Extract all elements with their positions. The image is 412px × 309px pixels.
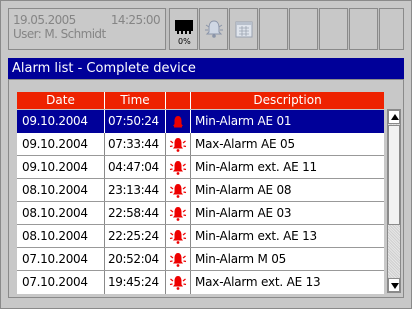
vertical-scrollbar[interactable] xyxy=(387,109,401,293)
row-description: Max-Alarm ext. AE 13 xyxy=(195,275,321,289)
calendar-button[interactable] xyxy=(229,8,258,50)
toolbar-button-8[interactable] xyxy=(379,8,404,50)
table-row[interactable]: 07.10.2004 20:52:04 Min-Alarm M 05 xyxy=(17,248,384,271)
row-date: 08.10.2004 xyxy=(22,183,88,197)
row-date: 07.10.2004 xyxy=(22,252,88,266)
row-description: Min-Alarm AE 03 xyxy=(195,206,292,220)
row-time: 19:45:24 xyxy=(108,275,159,289)
row-description: Min-Alarm ext. AE 11 xyxy=(195,160,317,174)
toolbar-button-6[interactable] xyxy=(319,8,348,50)
table-row[interactable]: 08.10.2004 23:13:44 Min-Alarm AE 08 xyxy=(17,179,384,202)
table-row[interactable]: 07.10.2004 19:45:24 Max-Alarm ext. AE 13 xyxy=(17,271,384,294)
arrow-up-icon xyxy=(391,114,399,120)
row-date: 09.10.2004 xyxy=(22,137,88,151)
row-time: 07:33:44 xyxy=(108,137,159,151)
status-user: User: M. Schmidt xyxy=(13,27,106,41)
toolbar-button-4[interactable] xyxy=(259,8,288,50)
alarm-bell-icon xyxy=(169,161,187,175)
row-description: Min-Alarm AE 01 xyxy=(195,114,292,128)
alarm-bell-icon xyxy=(169,230,187,244)
row-date: 07.10.2004 xyxy=(22,275,88,289)
row-description: Min-Alarm ext. AE 13 xyxy=(195,229,317,243)
row-description: Min-Alarm M 05 xyxy=(195,252,287,266)
scroll-up-button[interactable] xyxy=(388,110,400,124)
scrollbar-thumb[interactable] xyxy=(388,125,400,225)
alarm-bell-icon xyxy=(169,138,187,152)
row-time: 22:25:24 xyxy=(108,229,159,243)
table-row[interactable]: 08.10.2004 22:58:44 Min-Alarm AE 03 xyxy=(17,202,384,225)
header-description[interactable]: Description xyxy=(191,92,384,109)
arrow-down-icon xyxy=(391,283,399,289)
status-time: 14:25:00 xyxy=(110,13,161,27)
table-row[interactable]: 08.10.2004 22:25:24 Min-Alarm ext. AE 13 xyxy=(17,225,384,248)
row-description: Max-Alarm AE 05 xyxy=(195,137,295,151)
page-title: Alarm list - Complete device xyxy=(8,58,404,79)
header-date[interactable]: Date xyxy=(17,92,105,109)
alarm-button[interactable] xyxy=(199,8,228,50)
row-date: 08.10.2004 xyxy=(22,206,88,220)
memory-percent: 0% xyxy=(178,37,191,46)
table-row[interactable]: 09.10.2004 04:47:04 Min-Alarm ext. AE 11 xyxy=(17,156,384,179)
status-info-box: 19.05.2005 14:25:00 User: M. Schmidt xyxy=(8,8,166,50)
row-date: 09.10.2004 xyxy=(22,114,88,128)
alarm-bell-icon xyxy=(205,20,223,38)
alarm-bell-icon xyxy=(169,207,187,221)
table-row[interactable]: 09.10.2004 07:33:44 Max-Alarm AE 05 xyxy=(17,133,384,156)
row-time: 07:50:24 xyxy=(108,114,159,128)
alarm-bell-icon xyxy=(169,276,187,290)
toolbar-button-7[interactable] xyxy=(349,8,378,50)
table-row[interactable]: 09.10.2004 07:50:24 Min-Alarm AE 01 xyxy=(17,110,384,133)
row-time: 04:47:04 xyxy=(108,160,159,174)
memory-button[interactable]: 0% xyxy=(169,8,198,50)
scroll-down-button[interactable] xyxy=(388,278,400,292)
toolbar-button-5[interactable] xyxy=(289,8,318,50)
row-date: 09.10.2004 xyxy=(22,160,88,174)
alarm-bell-icon xyxy=(169,184,187,198)
alarm-active-icon xyxy=(173,116,183,128)
calendar-icon xyxy=(235,21,253,38)
status-date: 19.05.2005 xyxy=(13,13,76,27)
row-time: 20:52:04 xyxy=(108,252,159,266)
header-icon xyxy=(166,92,191,109)
row-date: 08.10.2004 xyxy=(22,229,88,243)
header-time[interactable]: Time xyxy=(105,92,166,109)
alarm-bell-icon xyxy=(169,253,187,267)
top-bar: 19.05.2005 14:25:00 User: M. Schmidt 0% xyxy=(8,8,404,50)
row-description: Min-Alarm AE 08 xyxy=(195,183,292,197)
row-time: 22:58:44 xyxy=(108,206,159,220)
memory-card-icon xyxy=(175,20,193,34)
row-time: 23:13:44 xyxy=(108,183,159,197)
